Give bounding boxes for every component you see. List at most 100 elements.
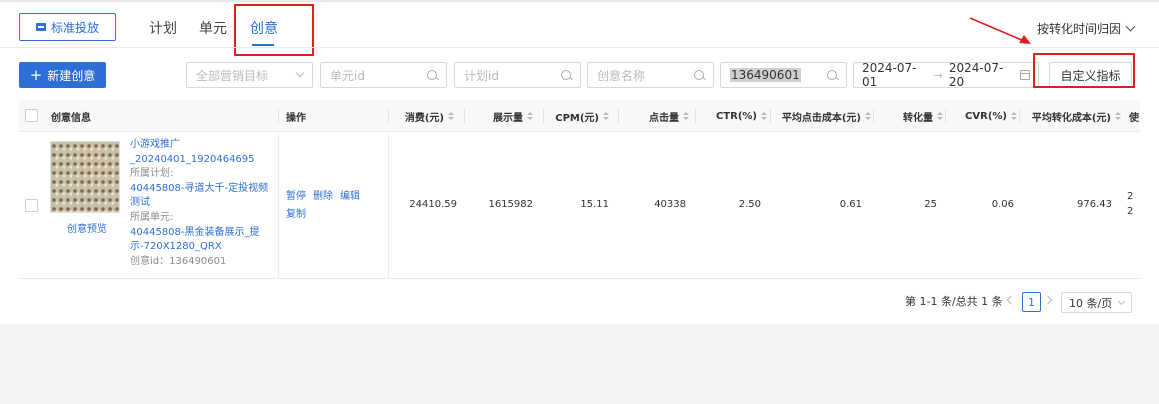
table-header: 创意信息 操作 消费(元) 展示量 CPM(元) 点击量 CTR(%) 平均点击… xyxy=(19,100,1140,132)
plan-name-line2: 测试 xyxy=(130,197,150,209)
unit-id-placeholder: 单元id xyxy=(330,68,365,83)
cell-impressions: 1615982 xyxy=(488,199,533,210)
delivery-icon xyxy=(35,23,46,31)
header-impressions[interactable]: 展示量 xyxy=(459,100,533,132)
header-action: 操作 xyxy=(286,112,306,124)
main-panel: 标准投放 计划 单元 创意 按转化时间归因 + 新建创意 全部营销目标 单元id… xyxy=(0,0,1159,324)
chevron-down-icon xyxy=(295,68,305,78)
creative-name-placeholder: 创意名称 xyxy=(597,68,646,83)
page-number-current[interactable]: 1 xyxy=(1022,292,1041,312)
tab-plan[interactable]: 计划 xyxy=(149,18,177,38)
header-cvr[interactable]: CVR(%) xyxy=(947,100,1017,132)
standard-delivery-button[interactable]: 标准投放 xyxy=(19,13,116,41)
column-divider xyxy=(278,133,279,279)
creative-id-input[interactable]: 136490601 xyxy=(720,62,847,88)
cell-cpm: 15.11 xyxy=(580,199,609,210)
page-size-value: 10 条/页 xyxy=(1069,296,1113,310)
header-avg-click-cost[interactable]: 平均点击成本(元) xyxy=(771,100,871,132)
header-creative-info: 创意信息 xyxy=(51,112,91,124)
annotation-box-custom-metrics xyxy=(1033,53,1135,88)
header-cvr-label: CVR(%) xyxy=(965,110,1007,122)
cell-spend: 24410.59 xyxy=(409,199,457,210)
date-end: 2024-07-20 xyxy=(948,61,1004,89)
pagination-total: 第 1-1 条/总共 1 条 xyxy=(905,295,1003,308)
sort-icon xyxy=(448,112,454,120)
cell-conversions: 25 xyxy=(924,199,937,210)
unit-name-line2: 示-720X1280_QRX xyxy=(130,241,222,253)
creative-name-line2: _20240401_1920464695 xyxy=(130,153,255,165)
row-actions: 暂停 删除 编辑 复制 xyxy=(286,188,376,224)
tab-unit[interactable]: 单元 xyxy=(199,18,227,38)
sort-icon xyxy=(603,112,609,120)
search-icon xyxy=(427,70,437,80)
marketing-goal-placeholder: 全部营销目标 xyxy=(196,68,269,83)
unit-label: 所属单元: xyxy=(130,211,174,223)
date-start: 2024-07-01 xyxy=(862,61,917,89)
search-icon xyxy=(561,70,571,80)
attribution-select-value: 按转化时间归因 xyxy=(1037,22,1122,36)
cell-ctr: 2.50 xyxy=(738,199,761,210)
column-divider xyxy=(388,109,389,123)
edit-link[interactable]: 编辑 xyxy=(340,191,360,202)
sort-icon xyxy=(1011,112,1017,120)
new-creative-button[interactable]: + 新建创意 xyxy=(19,62,106,88)
page-size-select[interactable]: 10 条/页 xyxy=(1061,292,1132,313)
prev-page-icon[interactable] xyxy=(1006,295,1016,305)
header-clicks-label: 点击量 xyxy=(649,112,679,124)
header-clicks[interactable]: 点击量 xyxy=(619,100,689,132)
row-checkbox[interactable] xyxy=(25,199,38,212)
select-all-checkbox[interactable] xyxy=(25,109,38,122)
creative-name-link[interactable]: 小游戏推广 _20240401_1920464695 xyxy=(130,138,280,167)
attribution-select[interactable]: 按转化时间归因 xyxy=(1037,20,1136,37)
unit-id-input[interactable]: 单元id xyxy=(320,62,447,88)
column-divider xyxy=(945,109,946,123)
header-conversions-label: 转化量 xyxy=(903,112,933,124)
creative-preview-link[interactable]: 创意预览 xyxy=(67,220,107,235)
header-cpm[interactable]: CPM(元) xyxy=(539,100,609,132)
sort-icon xyxy=(761,112,767,120)
sort-icon xyxy=(683,112,689,120)
creative-info: 小游戏推广 _20240401_1920464695 所属计划: 4044580… xyxy=(130,138,280,269)
calendar-icon xyxy=(1020,70,1030,80)
header-ctr-label: CTR(%) xyxy=(715,110,757,122)
cell-overflow-2: 2 xyxy=(1127,206,1134,217)
unit-name-link[interactable]: 40445808-黑金装备展示_提 示-720X1280_QRX xyxy=(130,226,280,255)
cell-clicks: 40338 xyxy=(654,199,686,210)
copy-link[interactable]: 复制 xyxy=(286,209,306,220)
cell-cvr: 0.06 xyxy=(991,199,1014,210)
plan-id-placeholder: 计划id xyxy=(464,68,499,83)
plus-icon: + xyxy=(29,65,43,84)
pause-link[interactable]: 暂停 xyxy=(286,191,306,202)
search-icon xyxy=(694,70,704,80)
cell-avg-conv-cost: 976.43 xyxy=(1077,199,1112,210)
top-border xyxy=(0,0,1159,2)
next-page-icon[interactable] xyxy=(1043,295,1053,305)
plan-name-link[interactable]: 40445808-寻道大千-定投视频 测试 xyxy=(130,182,280,211)
plan-id-input[interactable]: 计划id xyxy=(454,62,581,88)
column-divider xyxy=(873,109,874,123)
column-divider xyxy=(1019,109,1020,123)
header-ctr[interactable]: CTR(%) xyxy=(695,100,767,132)
new-creative-label: 新建创意 xyxy=(47,68,96,83)
chevron-down-icon xyxy=(1125,21,1136,32)
creative-id-text: 创意id：136490601 xyxy=(130,255,227,267)
header-next-partial: 使 xyxy=(1129,112,1139,124)
creative-name-line1: 小游戏推广 xyxy=(130,139,180,150)
annotation-box-creative-tab xyxy=(234,4,314,56)
header-avg-click-cost-label: 平均点击成本(元) xyxy=(781,112,861,124)
header-spend-label: 消费(元) xyxy=(404,112,444,124)
date-range-picker[interactable]: 2024-07-01 → 2024-07-20 xyxy=(853,61,1039,89)
column-divider xyxy=(278,109,279,123)
annotation-arrow xyxy=(969,17,1031,44)
delete-link[interactable]: 删除 xyxy=(313,191,333,202)
header-avg-conv-cost[interactable]: 平均转化成本(元) xyxy=(1021,100,1121,132)
standard-delivery-label: 标准投放 xyxy=(50,20,99,35)
creative-thumbnail[interactable] xyxy=(50,141,120,213)
chevron-down-icon xyxy=(1117,297,1126,305)
marketing-goal-select[interactable]: 全部营销目标 xyxy=(186,62,313,88)
creative-name-input[interactable]: 创意名称 xyxy=(587,62,714,88)
header-conversions[interactable]: 转化量 xyxy=(875,100,943,132)
header-spend[interactable]: 消费(元) xyxy=(390,100,454,132)
sort-icon xyxy=(1115,112,1121,120)
search-icon xyxy=(827,70,837,80)
